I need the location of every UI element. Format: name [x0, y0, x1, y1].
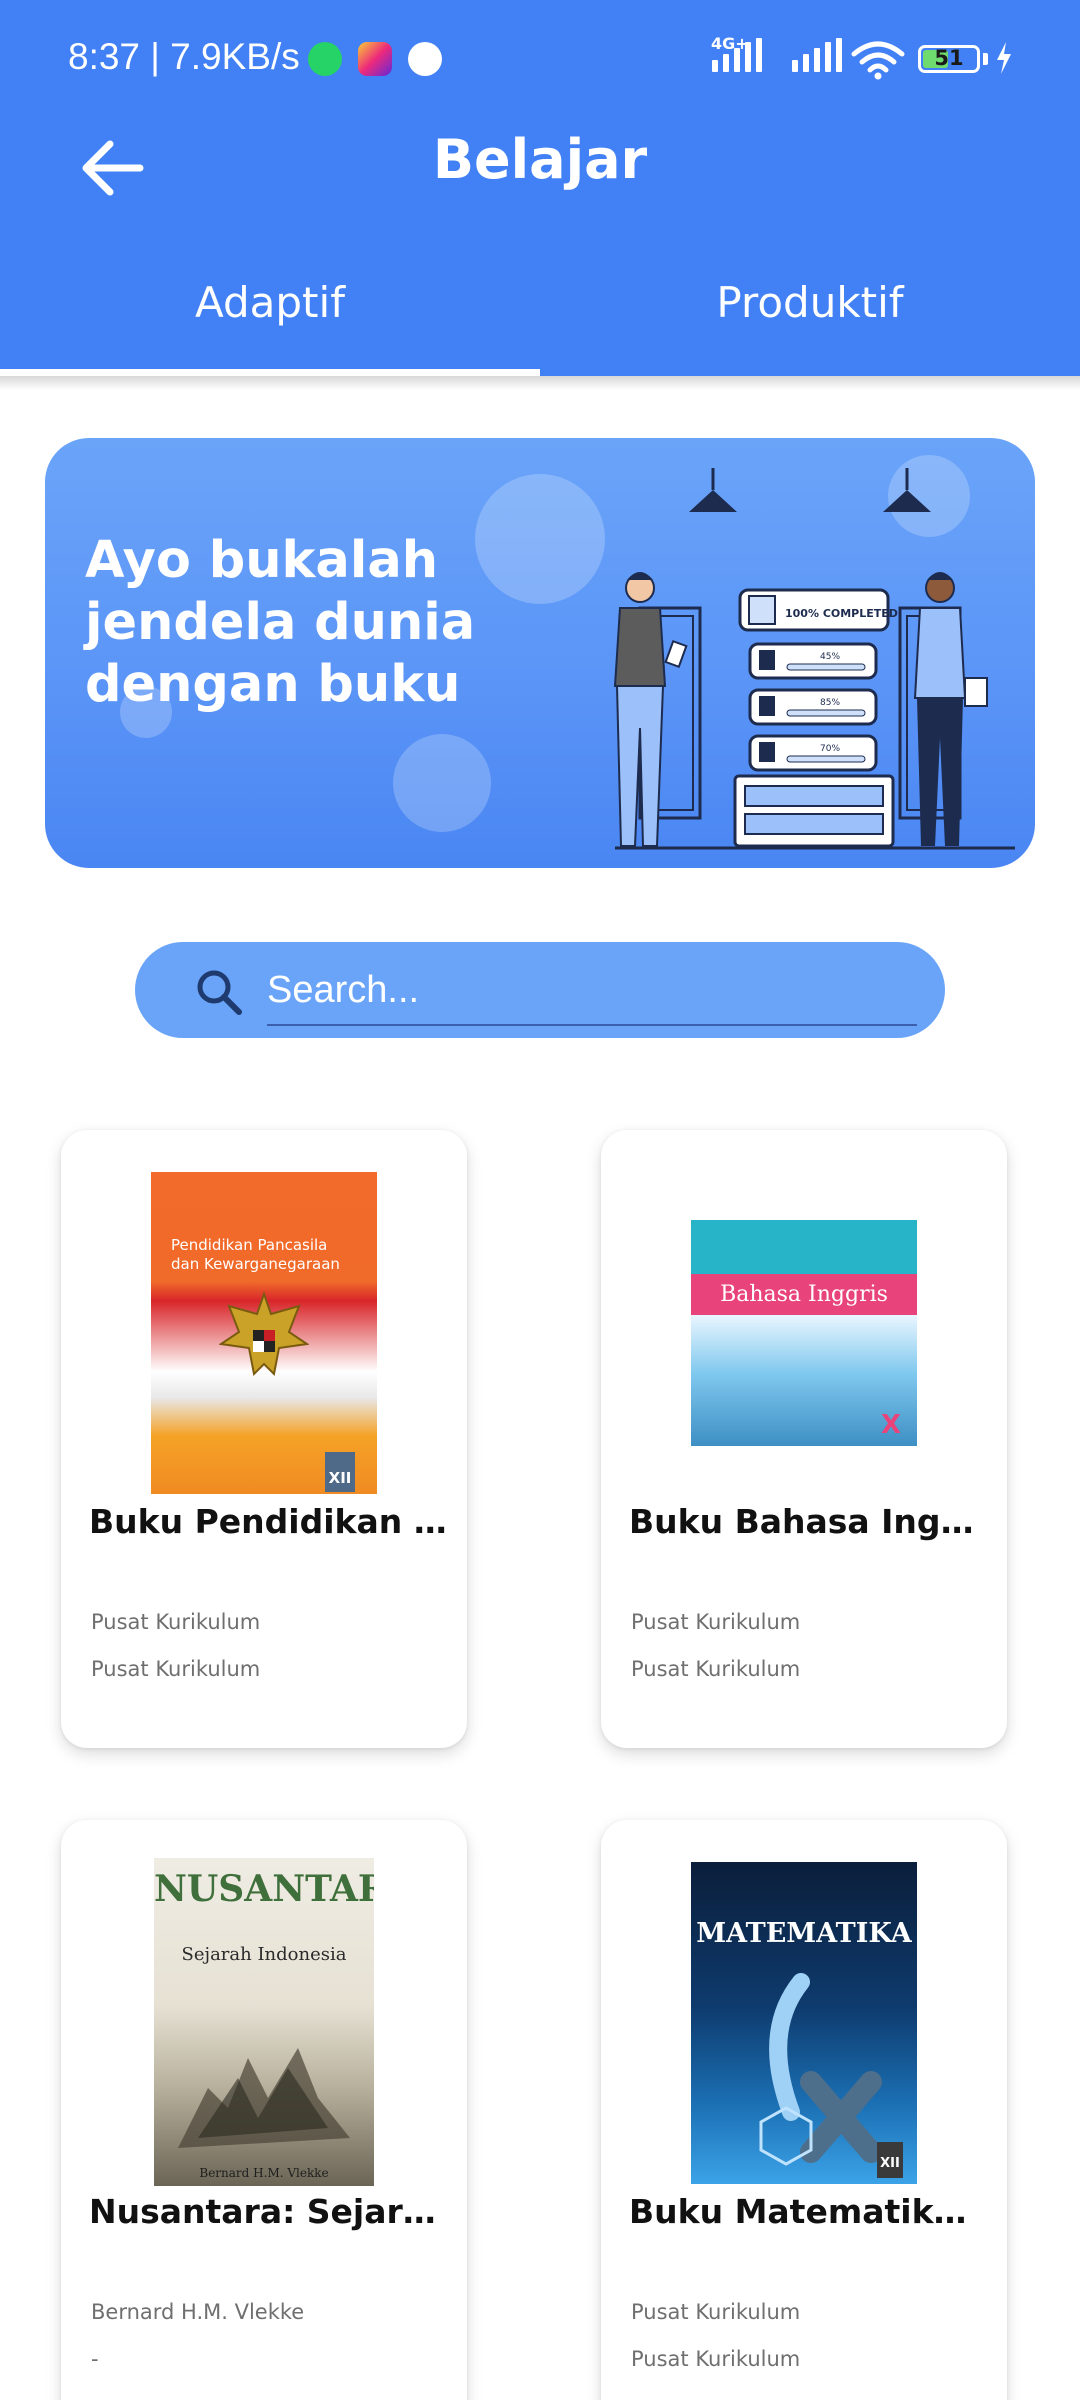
study-progress-illustration: 100% COMPLETED 45% 85% 70% — [613, 468, 1015, 850]
illustration-label: 85% — [820, 698, 840, 708]
book-cover: NUSANTARA Sejarah Indonesia Bernard H.M.… — [154, 1858, 374, 2186]
book-author: Bernard H.M. Vlekke — [91, 2300, 305, 2324]
settings-icon — [408, 42, 442, 76]
cover-subtitle: Sejarah Indonesia — [181, 1944, 347, 1965]
cover-badge: XII — [877, 2142, 903, 2178]
book-title: Nusantara: Sejarah... — [89, 2192, 447, 2231]
illustration-label: 100% COMPLETED — [785, 607, 898, 620]
search-input[interactable] — [267, 956, 917, 1026]
cover-author: Bernard H.M. Vlekke — [199, 2166, 329, 2180]
book-author: Pusat Kurikulum — [91, 1610, 261, 1634]
cover-title: Bahasa Inggris — [720, 1282, 888, 1307]
page-title: Belajar — [432, 128, 648, 191]
illustration-label: 45% — [820, 652, 840, 662]
math-x-graphic — [759, 1973, 882, 2166]
book-publisher: Pusat Kurikulum — [91, 1657, 261, 1681]
wifi-icon — [851, 41, 905, 80]
cover-title: MATEMATIKA — [696, 1918, 912, 1949]
cover-badge: X — [880, 1410, 901, 1440]
tab-label: Adaptif — [195, 278, 345, 327]
book-card[interactable]: Bahasa Inggris X Buku Bahasa Inggri... P… — [601, 1130, 1007, 1748]
book-title: Buku Bahasa Inggri... — [629, 1502, 987, 1541]
status-bar: 8:37 | 7.9KB/s 4G+ 51 — [0, 0, 1080, 118]
banner-headline: Ayo bukalah jendela dunia dengan buku — [85, 531, 476, 714]
garuda-emblem-icon — [219, 1290, 309, 1377]
status-time: 8:37 | 7.9KB/s — [68, 36, 300, 77]
cover-title: Pendidikan Pancasila dan Kewarganegaraan — [171, 1236, 340, 1273]
book-publisher: Pusat Kurikulum — [631, 1657, 801, 1681]
signal-icon — [712, 38, 762, 72]
book-cover: MATEMATIKA XII — [691, 1862, 917, 2184]
cover-badge: XII — [325, 1452, 355, 1492]
decor-bubble — [393, 734, 491, 832]
book-title: Buku Matematika K... — [629, 2192, 987, 2231]
whatsapp-icon — [308, 42, 342, 76]
tab-label: Produktif — [716, 278, 904, 327]
book-author: Pusat Kurikulum — [631, 1610, 801, 1634]
hero-banner: Ayo bukalah jendela dunia dengan buku 10… — [45, 438, 1035, 868]
book-card[interactable]: MATEMATIKA XII Buku Matematika K... Pusa… — [601, 1820, 1007, 2400]
book-cover: Pendidikan Pancasila dan Kewarganegaraan… — [151, 1172, 377, 1494]
search-bar[interactable] — [135, 942, 945, 1038]
book-publisher: - — [91, 2347, 99, 2371]
battery-tip — [983, 53, 988, 65]
battle-scene-illustration — [178, 2048, 350, 2148]
battery-icon: 51 — [918, 45, 980, 73]
charging-icon — [997, 42, 1011, 74]
book-author: Pusat Kurikulum — [631, 2300, 801, 2324]
signal-icon — [792, 38, 842, 72]
active-tab-indicator — [0, 369, 540, 376]
search-icon — [197, 970, 242, 1015]
book-title: Buku Pendidikan P... — [89, 1502, 447, 1541]
cover-title: NUSANTARA — [154, 1868, 374, 1910]
book-card[interactable]: Pendidikan Pancasila dan Kewarganegaraan… — [61, 1130, 467, 1748]
book-cover: Bahasa Inggris X — [691, 1220, 917, 1446]
illustration-label: 70% — [820, 744, 840, 754]
tab-produktif[interactable]: Produktif — [540, 278, 1080, 327]
app-bar-shadow — [0, 376, 1080, 390]
battery-level: 51 — [934, 46, 964, 70]
app-bar: 8:37 | 7.9KB/s 4G+ 51 Belajar Adaptif Pr… — [0, 0, 1080, 376]
instagram-icon — [358, 42, 392, 76]
book-publisher: Pusat Kurikulum — [631, 2347, 801, 2371]
tab-adaptif[interactable]: Adaptif — [0, 278, 540, 327]
book-card[interactable]: NUSANTARA Sejarah Indonesia Bernard H.M.… — [61, 1820, 467, 2400]
